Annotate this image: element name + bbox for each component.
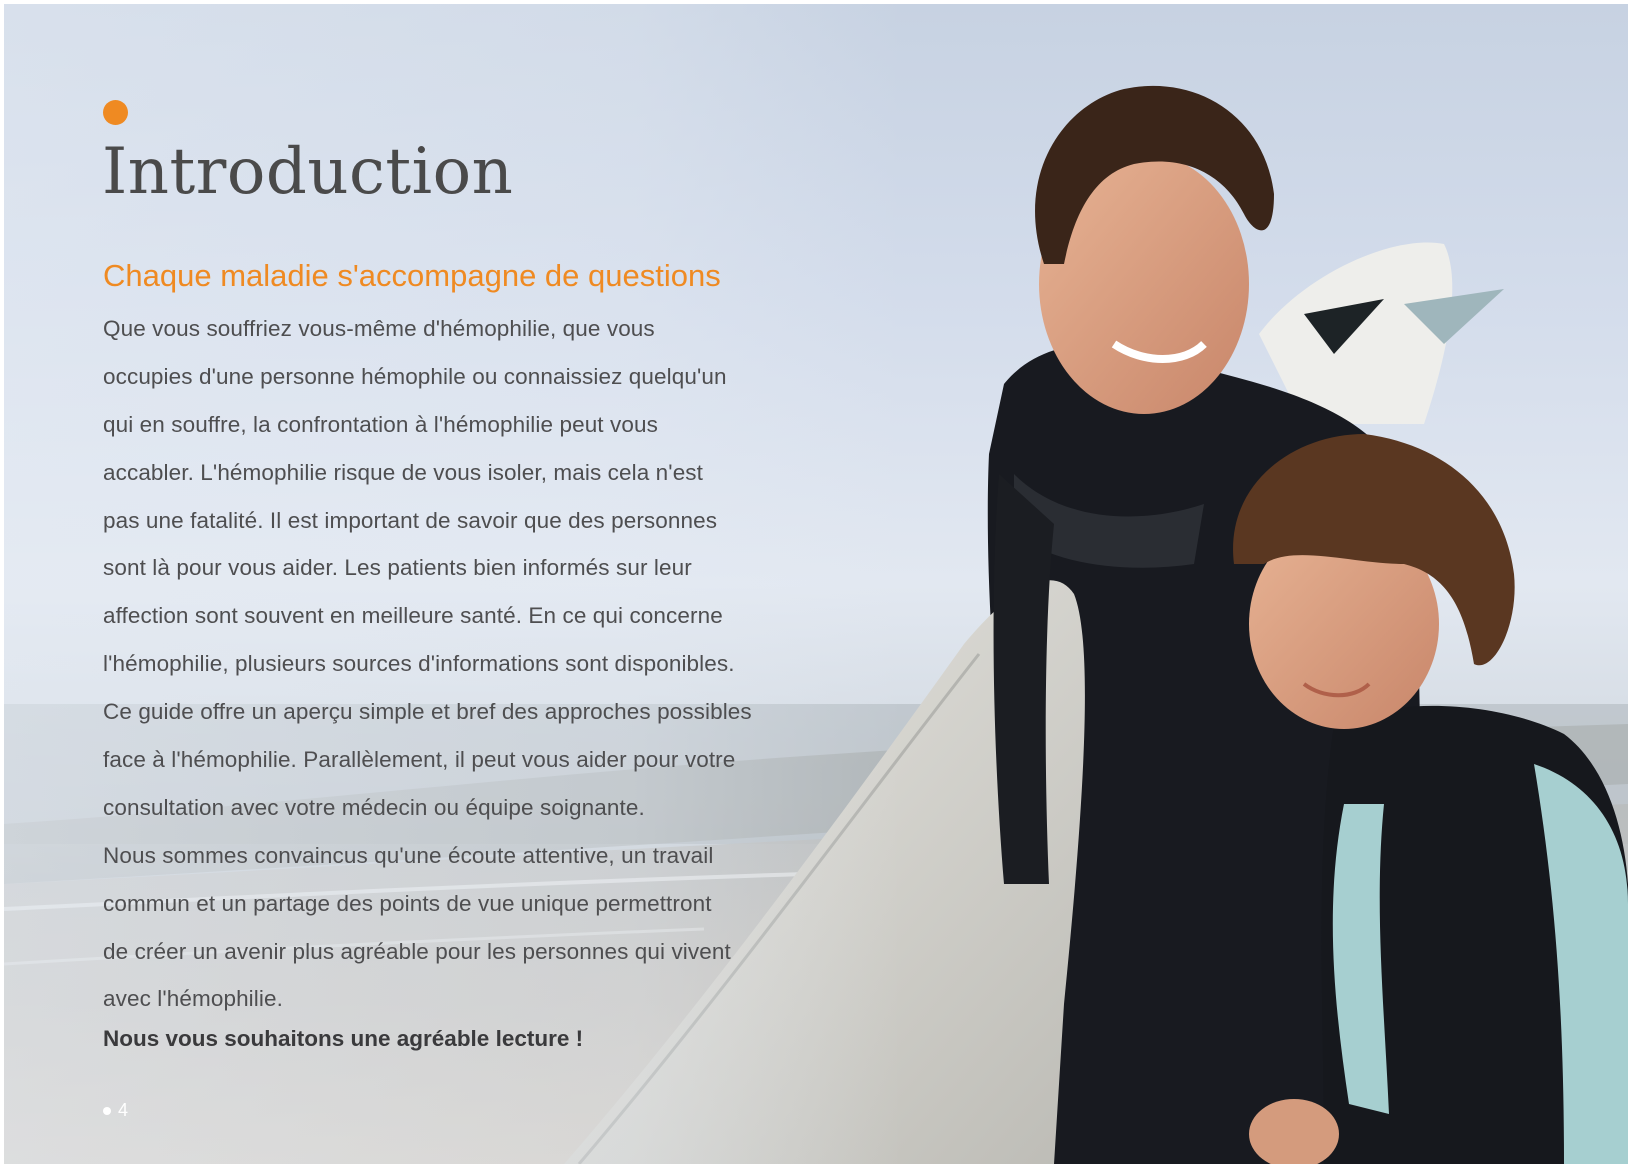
paragraph-line: face à l'hémophilie. Parallèlement, il p…	[103, 747, 736, 773]
section-subtitle: Chaque maladie s'accompagne de questions	[103, 258, 721, 293]
paragraph-line: occupies d'une personne hémophile ou con…	[103, 363, 727, 389]
paragraph-line: Ce guide offre un aperçu simple et bref …	[103, 699, 752, 725]
page-number-label: 4	[118, 1100, 129, 1120]
orange-dot-icon	[103, 100, 128, 125]
paragraph-line: l'hémophilie, plusieurs sources d'inform…	[103, 651, 735, 677]
paragraph-line: de créer un avenir plus agréable pour le…	[103, 938, 731, 964]
paragraph-line: affection sont souvent en meilleure sant…	[103, 603, 723, 629]
paragraph-line: commun et un partage des points de vue u…	[103, 890, 712, 916]
closing-sentence: Nous vous souhaitons une agréable lectur…	[103, 1026, 584, 1051]
white-dot-icon	[103, 1106, 111, 1115]
paragraph-line: avec l'hémophilie.	[103, 986, 283, 1012]
paragraph-line: Nous sommes convaincus qu'une écoute att…	[103, 842, 714, 868]
paragraph-line: qui en souffre, la confrontation à l'hém…	[103, 411, 658, 437]
intro-paragraph: Que vous souffriez vous-même d'hémophili…	[103, 305, 803, 1023]
paragraph-line: consultation avec votre médecin ou équip…	[103, 794, 645, 820]
paragraph-line: sont là pour vous aider. Les patients bi…	[103, 555, 692, 581]
paragraph-line: Que vous souffriez vous-même d'hémophili…	[103, 316, 655, 341]
page-number: 4	[103, 1100, 128, 1121]
page-title: Introduction	[102, 135, 514, 209]
brochure-page: Introduction Chaque maladie s'accompagne…	[4, 4, 1628, 1164]
paragraph-line: pas une fatalité. Il est important de sa…	[103, 507, 718, 533]
paragraph-line: accabler. L'hémophilie risque de vous is…	[103, 459, 704, 485]
